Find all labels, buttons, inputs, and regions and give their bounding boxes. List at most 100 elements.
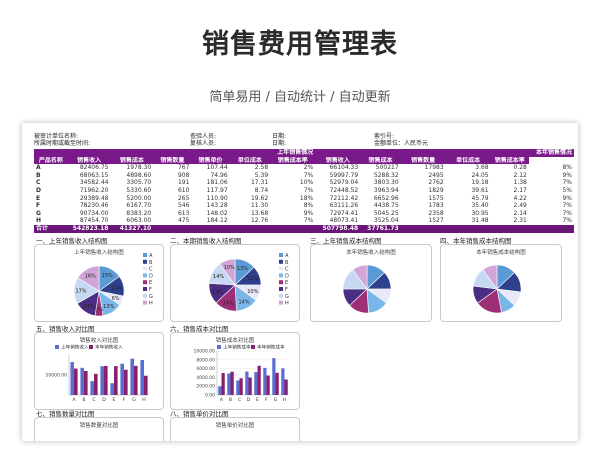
- chart-4-title: 本年销售成本结构图: [476, 250, 526, 256]
- table-cell: 6063.00: [126, 217, 152, 225]
- table-cell: H: [36, 217, 42, 225]
- legend-swatch: [279, 280, 283, 285]
- total-cell: 37761.73: [360, 224, 401, 233]
- pie-data-label: 14%: [223, 300, 234, 306]
- table-row: F 78230.46 6167.70 546 143.28 11.30 8% 63111.26…: [34, 202, 574, 210]
- table-row: C 34582.44 3305.70 191 181.06 17.31 10% 52979.0…: [34, 179, 574, 187]
- column-header: 产品名称: [34, 156, 68, 165]
- table-cell: 9%: [562, 171, 572, 179]
- pie-data-label: 10%: [247, 289, 258, 295]
- legend-label: F: [285, 287, 288, 293]
- y-tick-label: 10000.00: [194, 349, 216, 355]
- y-tick-label: 6000.00: [196, 366, 215, 372]
- x-tick-label: A: [220, 397, 224, 403]
- legend-label: D: [285, 273, 289, 279]
- x-tick-label: B: [229, 397, 232, 403]
- table-cell: B: [36, 171, 41, 179]
- table-cell: 2.58: [254, 164, 269, 172]
- table-cell: 117.97: [206, 186, 228, 194]
- pie-data-label: 13%: [237, 266, 248, 272]
- total-cell: [153, 224, 192, 233]
- chart-3-title: 本年销售收入结构图: [346, 250, 396, 256]
- table-cell: 90734.00: [79, 209, 109, 217]
- sales-table: 上年销售情况 本年销售情况 产品名称 销售收入 销售成本 销售数量 销售单价 单位成本 销售成本…: [34, 149, 574, 233]
- table-cell: 59997.79: [329, 171, 359, 179]
- bar-B-1: [80, 367, 84, 395]
- table-cell: 7%: [562, 217, 572, 225]
- group-header-this: 本年销售情况: [315, 149, 574, 157]
- legend-swatch: [143, 266, 147, 271]
- legend-swatch: [143, 280, 147, 285]
- table-cell: 72112.42: [329, 194, 359, 202]
- chart-4: 本年销售成本结构图: [440, 244, 562, 322]
- table-cell: 39.61: [471, 186, 489, 194]
- legend-label: 上年销售成本: [223, 344, 251, 351]
- column-header: 销售成本率: [490, 156, 529, 165]
- column-header: 单位成本: [445, 156, 491, 165]
- table-cell: 3525.04: [373, 217, 399, 225]
- legend-swatch: [143, 287, 147, 291]
- bar-C-1: [90, 381, 94, 395]
- pie-data-label: 13%: [103, 304, 114, 310]
- bar-G-2: [134, 365, 138, 395]
- bar-D-1: [100, 366, 104, 395]
- y-tick-label: 2000.00: [196, 384, 215, 390]
- x-tick-label: D: [102, 397, 106, 403]
- table-cell: 48073.41: [329, 217, 359, 225]
- table-cell: 6652.96: [373, 194, 399, 202]
- table-cell: 2.17: [513, 186, 527, 194]
- table-cell: 8%: [562, 164, 572, 172]
- pie-data-label: 10%: [224, 265, 235, 271]
- table-cell: 71962.20: [79, 186, 109, 194]
- legend-label: D: [149, 273, 153, 279]
- table-cell: D: [36, 186, 41, 194]
- bar-E-2: [114, 366, 118, 395]
- x-tick-label: A: [72, 397, 76, 403]
- table-cell: 7%: [303, 186, 314, 194]
- table-cell: 4898.60: [126, 171, 152, 179]
- column-header: 销售成本率: [270, 156, 316, 165]
- bar-D-2: [248, 377, 252, 395]
- table-row: H 87454.70 6063.00 475 184.12 12.76 7% 48073.41…: [34, 217, 574, 225]
- bar-A-1: [218, 386, 222, 395]
- table-cell: 72448.52: [329, 186, 359, 194]
- table-cell: 2.14: [513, 209, 527, 217]
- table-cell: 19.62: [250, 194, 269, 202]
- bar-B-1: [227, 373, 231, 395]
- chart-6-title: 销售成本对比图: [215, 338, 255, 344]
- chart-5: 销售收入对比图 50000.00 上年销售收入 本年销售收入 A B C D E F G H: [34, 332, 164, 410]
- legend-label: 本年销售收入: [95, 344, 123, 351]
- column-header: 销售收入: [67, 156, 111, 165]
- bar-F-1: [120, 363, 124, 395]
- legend-swatch: [279, 259, 283, 264]
- table-cell: G: [36, 209, 41, 217]
- chart-7-title: 销售数量对比图: [79, 423, 119, 429]
- meta-unit: 金额单位：人民币元: [374, 140, 429, 147]
- column-header: 销售成本: [360, 156, 401, 165]
- table-cell: 7%: [303, 171, 314, 179]
- table-cell: 7%: [562, 179, 572, 187]
- table-cell: 30.95: [471, 209, 489, 217]
- pie-data-label: 14%: [83, 304, 94, 310]
- meta-auditee: 被审计单位名称:: [34, 133, 79, 140]
- table-cell: 1978.30: [126, 164, 152, 172]
- table-cell: 52979.04: [329, 179, 359, 187]
- y-tick-label: 8000.00: [196, 357, 215, 363]
- table-cell: 19.18: [471, 179, 489, 187]
- total-cell: [528, 224, 574, 233]
- legend-swatch: [251, 345, 255, 349]
- chart-1-title: 上年销售收入结构图: [74, 250, 124, 256]
- legend-swatch: [279, 293, 283, 298]
- table-cell: 5200.00: [126, 194, 152, 202]
- table-cell: 2%: [303, 164, 314, 172]
- total-cell: [229, 224, 271, 233]
- table-cell: 74.96: [210, 171, 228, 179]
- pie-data-label: 17%: [75, 289, 86, 295]
- table-cell: 546: [177, 202, 190, 210]
- total-cell: [270, 224, 316, 233]
- chart-7: 销售数量对比图: [34, 417, 164, 441]
- table-cell: 18%: [299, 194, 314, 202]
- legend-swatch: [217, 345, 221, 349]
- bar-H-2: [284, 379, 288, 395]
- total-cell: [191, 224, 230, 233]
